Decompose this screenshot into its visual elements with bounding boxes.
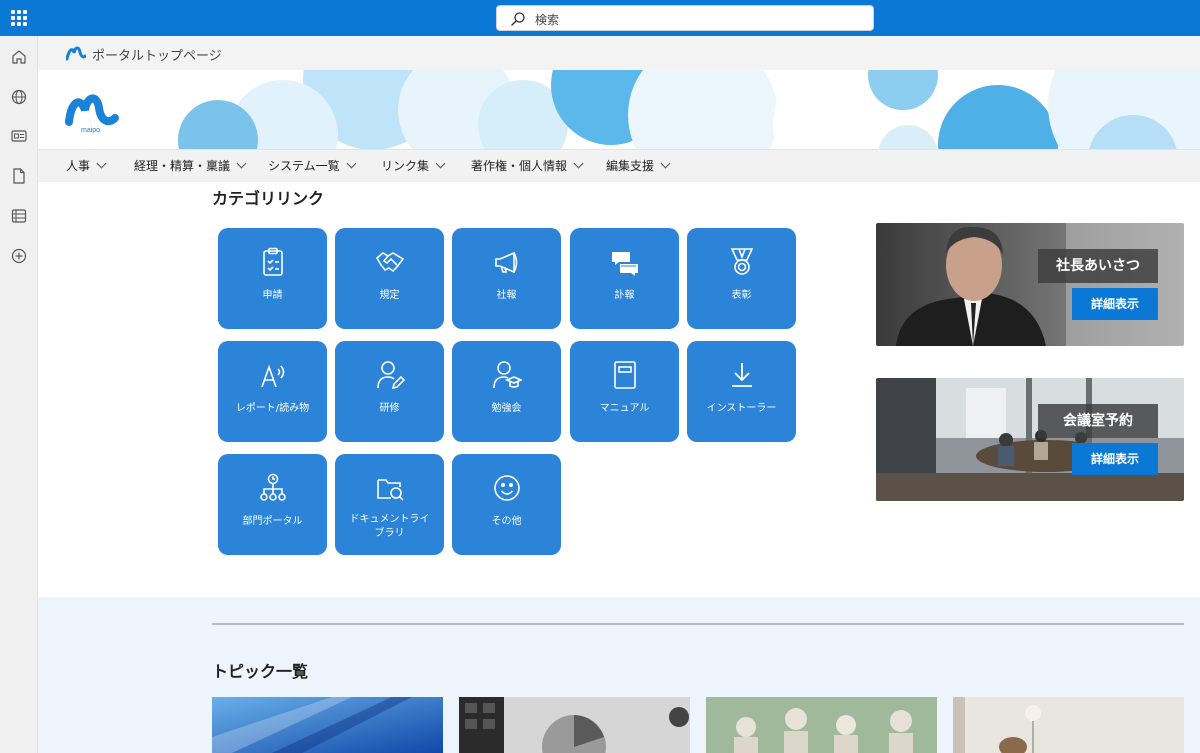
site-logo-small[interactable] — [66, 45, 86, 61]
nav-item-keiri[interactable]: 経理・精算・稟議 — [134, 157, 247, 174]
site-title[interactable]: ポータルトップページ — [92, 45, 222, 64]
person-graduation-icon — [493, 361, 522, 389]
nav-label: システム一覧 — [268, 159, 340, 173]
promo-president-greeting[interactable]: 社長あいさつ 詳細表示 — [876, 223, 1184, 346]
promo-meeting-room[interactable]: 会議室予約 詳細表示 — [876, 378, 1184, 501]
medal-icon — [730, 248, 754, 275]
suite-header: 検索 — [0, 0, 1200, 36]
nav-item-links[interactable]: リンク集 — [381, 157, 446, 174]
tile-label: 訃報 — [614, 290, 635, 301]
nav-item-edit-support[interactable]: 編集支援 — [606, 157, 671, 174]
tile-label-line2: ブラリ — [374, 528, 405, 539]
tile-label: レポート/読み物 — [235, 403, 310, 414]
list-icon[interactable] — [10, 207, 28, 225]
tile-label: その他 — [491, 516, 522, 527]
clipboard-icon — [263, 247, 283, 276]
org-chart-icon — [260, 473, 286, 501]
nav-label: 人事 — [66, 159, 91, 173]
nav-label: 経理・精算・稟議 — [134, 159, 231, 173]
category-section-title: カテゴリリンク — [212, 189, 325, 208]
tile-label: ドキュメントライ ブラリ — [335, 513, 444, 541]
top-navigation: 人事 経理・精算・稟議 システム一覧 リンク集 著作権・個人情報 編集支援 — [38, 149, 1200, 182]
nav-item-system[interactable]: システム一覧 — [268, 157, 357, 174]
person-edit-icon — [377, 361, 405, 390]
tile-label: 社報 — [496, 290, 517, 301]
chevron-down-icon — [346, 158, 357, 169]
tile-label: 部門ポータル — [242, 516, 303, 527]
nav-item-copyright[interactable]: 著作権・個人情報 — [471, 157, 584, 174]
topic-image — [706, 697, 937, 753]
tile-shinsei[interactable]: 申請 — [218, 228, 327, 329]
search-box[interactable]: 検索 — [496, 5, 874, 31]
tile-label: 申請 — [262, 290, 283, 301]
handshake-icon — [375, 252, 405, 273]
tile-sonota[interactable]: その他 — [452, 454, 561, 555]
nav-item-jinji[interactable]: 人事 — [66, 157, 107, 174]
site-banner: maipo — [38, 70, 1200, 149]
add-icon[interactable] — [10, 247, 28, 265]
tile-manual[interactable]: マニュアル — [570, 341, 679, 442]
tile-document-library[interactable]: ドキュメントライ ブラリ — [335, 454, 444, 555]
tile-label: 規定 — [379, 290, 400, 301]
read-aloud-icon — [261, 364, 285, 388]
topic-image — [212, 697, 443, 753]
tile-kitei[interactable]: 規定 — [335, 228, 444, 329]
tile-hyosho[interactable]: 表彰 — [687, 228, 796, 329]
site-logo[interactable]: maipo — [65, 88, 119, 134]
news-icon[interactable] — [10, 127, 28, 145]
tile-label: 表彰 — [731, 290, 752, 301]
chevron-down-icon — [96, 158, 107, 169]
meeting-room-photo — [876, 378, 1184, 501]
tile-benkyokai[interactable]: 勉強会 — [452, 341, 561, 442]
tile-kenshu[interactable]: 研修 — [335, 341, 444, 442]
promo-title: 会議室予約 — [1038, 404, 1158, 438]
tile-fuho[interactable]: 訃報 — [570, 228, 679, 329]
smiley-icon — [494, 475, 520, 501]
folder-search-icon — [377, 479, 404, 501]
tile-label: 勉強会 — [491, 403, 522, 414]
globe-icon[interactable] — [10, 88, 28, 106]
topics-section-title: トピック一覧 — [212, 662, 309, 681]
topic-card[interactable] — [706, 697, 937, 753]
logo-wordmark: maipo — [81, 127, 100, 134]
nav-label: 著作権・個人情報 — [471, 159, 568, 173]
details-button[interactable]: 詳細表示 — [1072, 288, 1158, 320]
president-photo — [876, 223, 1184, 346]
tile-label: インストーラー — [706, 403, 777, 414]
download-icon — [732, 363, 752, 387]
tile-installer[interactable]: インストーラー — [687, 341, 796, 442]
chevron-down-icon — [435, 158, 446, 169]
topic-card[interactable] — [212, 697, 443, 753]
topic-image — [953, 697, 1184, 753]
topic-card[interactable] — [459, 697, 690, 753]
book-icon — [614, 361, 636, 389]
tile-label-line1: ドキュメントライ — [349, 514, 430, 525]
chevron-down-icon — [236, 158, 247, 169]
megaphone-icon — [495, 251, 518, 274]
promo-title: 社長あいさつ — [1038, 249, 1158, 283]
home-icon[interactable] — [10, 48, 28, 66]
tile-label: 研修 — [379, 403, 400, 414]
search-icon — [511, 12, 525, 26]
chevron-down-icon — [573, 158, 584, 169]
site-breadcrumb-bar: ポータルトップページ — [38, 36, 1200, 70]
tile-shaho[interactable]: 社報 — [452, 228, 561, 329]
nav-label: 編集支援 — [606, 159, 655, 173]
left-app-bar — [0, 36, 38, 753]
tile-report[interactable]: レポート/読み物 — [218, 341, 327, 442]
tile-label: マニュアル — [599, 403, 650, 414]
topic-card[interactable] — [953, 697, 1184, 753]
topic-image — [459, 697, 690, 753]
nav-label: リンク集 — [381, 159, 430, 173]
chat-icon — [612, 252, 638, 276]
search-placeholder: 検索 — [535, 13, 560, 27]
details-button[interactable]: 詳細表示 — [1072, 443, 1158, 475]
document-icon[interactable] — [10, 167, 28, 185]
app-launcher-icon[interactable] — [11, 10, 27, 26]
chevron-down-icon — [660, 158, 671, 169]
section-divider — [212, 623, 1184, 625]
tile-bumon-portal[interactable]: 部門ポータル — [218, 454, 327, 555]
